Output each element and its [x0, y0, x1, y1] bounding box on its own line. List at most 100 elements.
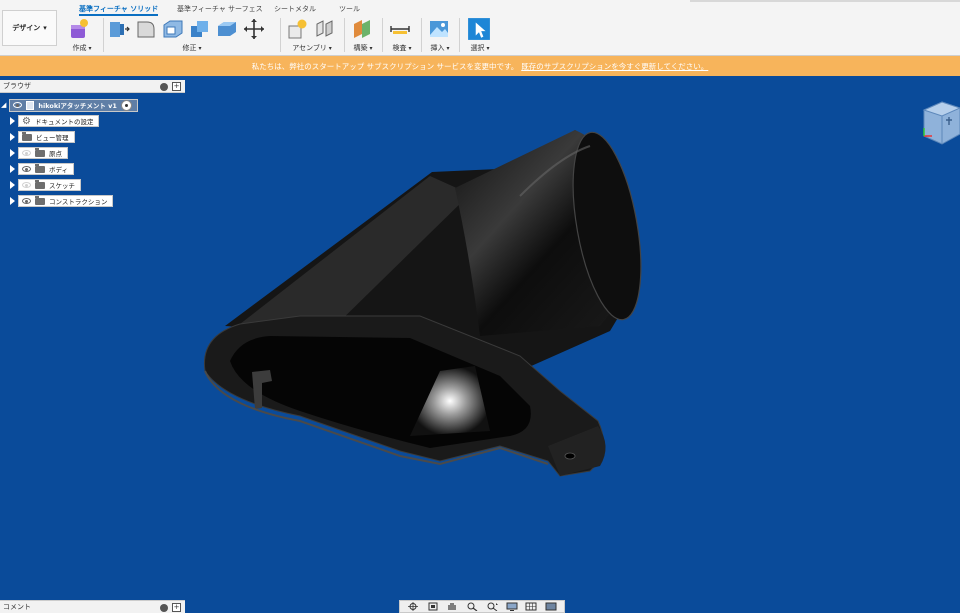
browser-item-bodies[interactable]: ボディ — [18, 163, 75, 175]
chevron-down-icon: ▾ — [43, 24, 47, 32]
grid-settings-icon[interactable] — [525, 602, 537, 611]
inspect-group[interactable]: 検査 — [389, 17, 415, 55]
construct-group[interactable]: 構築 — [351, 17, 375, 55]
tab-solid[interactable]: 基準フィーチャ ソリッド — [79, 4, 159, 16]
tree-item[interactable]: コンストラクション — [10, 195, 114, 207]
select-group[interactable]: 選択 — [466, 17, 494, 55]
collapse-icon[interactable] — [160, 82, 168, 91]
new-component-icon[interactable] — [287, 18, 309, 40]
separator — [344, 18, 345, 52]
tree-item[interactable]: 原点 — [10, 147, 68, 159]
add-comment-icon[interactable]: + — [172, 603, 181, 612]
viewcube[interactable] — [918, 96, 960, 146]
press-pull-icon[interactable] — [108, 18, 130, 40]
expand-arrow-icon[interactable] — [10, 117, 15, 125]
folder-icon — [35, 179, 45, 189]
tree-root[interactable]: ◢ hikokiアタッチメント v1 — [1, 98, 138, 112]
tree-item[interactable]: ボディ — [10, 163, 75, 175]
browser-item-label: 原点 — [49, 150, 62, 158]
inspect-label: 検査 — [389, 43, 415, 53]
toolbar: デザイン ▾ 基準フィーチャ ソリッド 基準フィーチャ サーフェス シートメタル… — [0, 0, 960, 56]
expand-arrow-icon[interactable] — [10, 149, 15, 157]
browser-item-named-views[interactable]: ビュー管理 — [18, 131, 75, 143]
select-cursor-icon[interactable] — [466, 17, 492, 41]
offset-plane-icon[interactable] — [351, 18, 373, 40]
visibility-eye-icon[interactable] — [22, 166, 31, 172]
expand-icon[interactable]: + — [172, 82, 181, 91]
document-icon — [26, 100, 35, 110]
modify-group[interactable]: 修正 — [108, 17, 276, 55]
browser-title: ブラウザ — [3, 82, 31, 90]
orbit-icon[interactable] — [407, 602, 419, 611]
comments-title: コメント — [3, 603, 31, 611]
separator — [382, 18, 383, 52]
measure-icon[interactable] — [389, 18, 411, 40]
separator — [103, 18, 104, 52]
zoom-icon[interactable] — [466, 602, 478, 611]
modify-label: 修正 — [108, 43, 276, 53]
visibility-eye-icon[interactable] — [22, 182, 31, 188]
browser-item-label: ビュー管理 — [36, 134, 69, 142]
tree-item[interactable]: スケッチ — [10, 179, 81, 191]
browser-item-settings[interactable]: ⚙ ドキュメントの設定 — [18, 115, 100, 127]
tree-item[interactable]: ⚙ ドキュメントの設定 — [10, 115, 100, 127]
separator — [421, 18, 422, 52]
workspace-label: デザイン — [12, 24, 41, 32]
display-settings-icon[interactable] — [506, 602, 518, 611]
look-at-icon[interactable] — [427, 602, 439, 611]
browser-item-label: スケッチ — [49, 182, 75, 190]
banner-link[interactable]: 既存のサブスクリプションを今すぐ更新してください。 — [521, 61, 708, 72]
browser-item-origin[interactable]: 原点 — [18, 147, 68, 159]
expand-arrow-icon[interactable] — [10, 181, 15, 189]
move-icon[interactable] — [243, 18, 265, 40]
browser-item-construction[interactable]: コンストラクション — [18, 195, 114, 207]
joint-icon[interactable] — [314, 18, 336, 40]
navigation-bar — [399, 600, 565, 613]
assemble-group[interactable]: アセンブリ — [287, 17, 337, 55]
tree-item[interactable]: ビュー管理 — [10, 131, 75, 143]
browser-item-label: ドキュメントの設定 — [34, 118, 94, 126]
expand-arrow-icon[interactable] — [10, 133, 15, 141]
construct-label: 構築 — [351, 43, 375, 53]
visibility-eye-icon[interactable] — [13, 102, 23, 108]
tab-sheet-metal[interactable]: シートメタル — [274, 4, 316, 16]
visibility-eye-icon[interactable] — [22, 150, 31, 156]
assemble-label: アセンブリ — [287, 43, 337, 53]
fillet-icon[interactable] — [135, 18, 157, 40]
visibility-eye-icon[interactable] — [22, 198, 31, 204]
collapse-icon[interactable] — [160, 603, 168, 612]
expand-arrow-icon[interactable] — [10, 197, 15, 205]
select-label: 選択 — [466, 43, 494, 53]
shell-icon[interactable] — [162, 18, 184, 40]
subscription-banner: 私たちは、弊社のスタートアップ サブスクリプション サービスを変更中です。 既存… — [0, 56, 960, 76]
insert-image-icon[interactable] — [428, 18, 450, 40]
folder-icon — [35, 147, 45, 157]
separator — [459, 18, 460, 52]
tab-surface[interactable]: 基準フィーチャ サーフェス — [177, 4, 263, 16]
browser-item-sketches[interactable]: スケッチ — [18, 179, 81, 191]
viewports-icon[interactable] — [545, 602, 557, 611]
browser-item-label: コンストラクション — [49, 198, 108, 206]
folder-icon — [22, 131, 32, 141]
folder-icon — [35, 163, 45, 173]
folder-icon — [35, 195, 45, 205]
banner-text: 私たちは、弊社のスタートアップ サブスクリプション サービスを変更中です。 — [251, 61, 519, 71]
workspace-switcher[interactable]: デザイン ▾ — [2, 10, 57, 46]
pan-hand-icon[interactable] — [446, 602, 458, 611]
fit-icon[interactable] — [486, 602, 498, 611]
collapse-arrow-icon[interactable]: ◢ — [1, 101, 6, 109]
expand-arrow-icon[interactable] — [10, 165, 15, 173]
combine-icon[interactable] — [189, 18, 211, 40]
root-label: hikokiアタッチメント v1 — [38, 102, 117, 110]
create-group[interactable]: 作成 — [68, 17, 96, 55]
create-body-icon[interactable] — [68, 18, 90, 40]
canvas-viewport[interactable] — [0, 76, 960, 613]
activate-radio-icon[interactable] — [120, 99, 132, 111]
title-strip — [690, 0, 960, 2]
browser-item-label: ボディ — [49, 166, 69, 174]
insert-group[interactable]: 挿入 — [428, 17, 452, 55]
browser-panel-header: ブラウザ + — [0, 80, 185, 93]
replace-face-icon[interactable] — [216, 18, 238, 40]
tab-tools[interactable]: ツール — [339, 4, 360, 16]
root-node[interactable]: hikokiアタッチメント v1 — [9, 98, 138, 112]
